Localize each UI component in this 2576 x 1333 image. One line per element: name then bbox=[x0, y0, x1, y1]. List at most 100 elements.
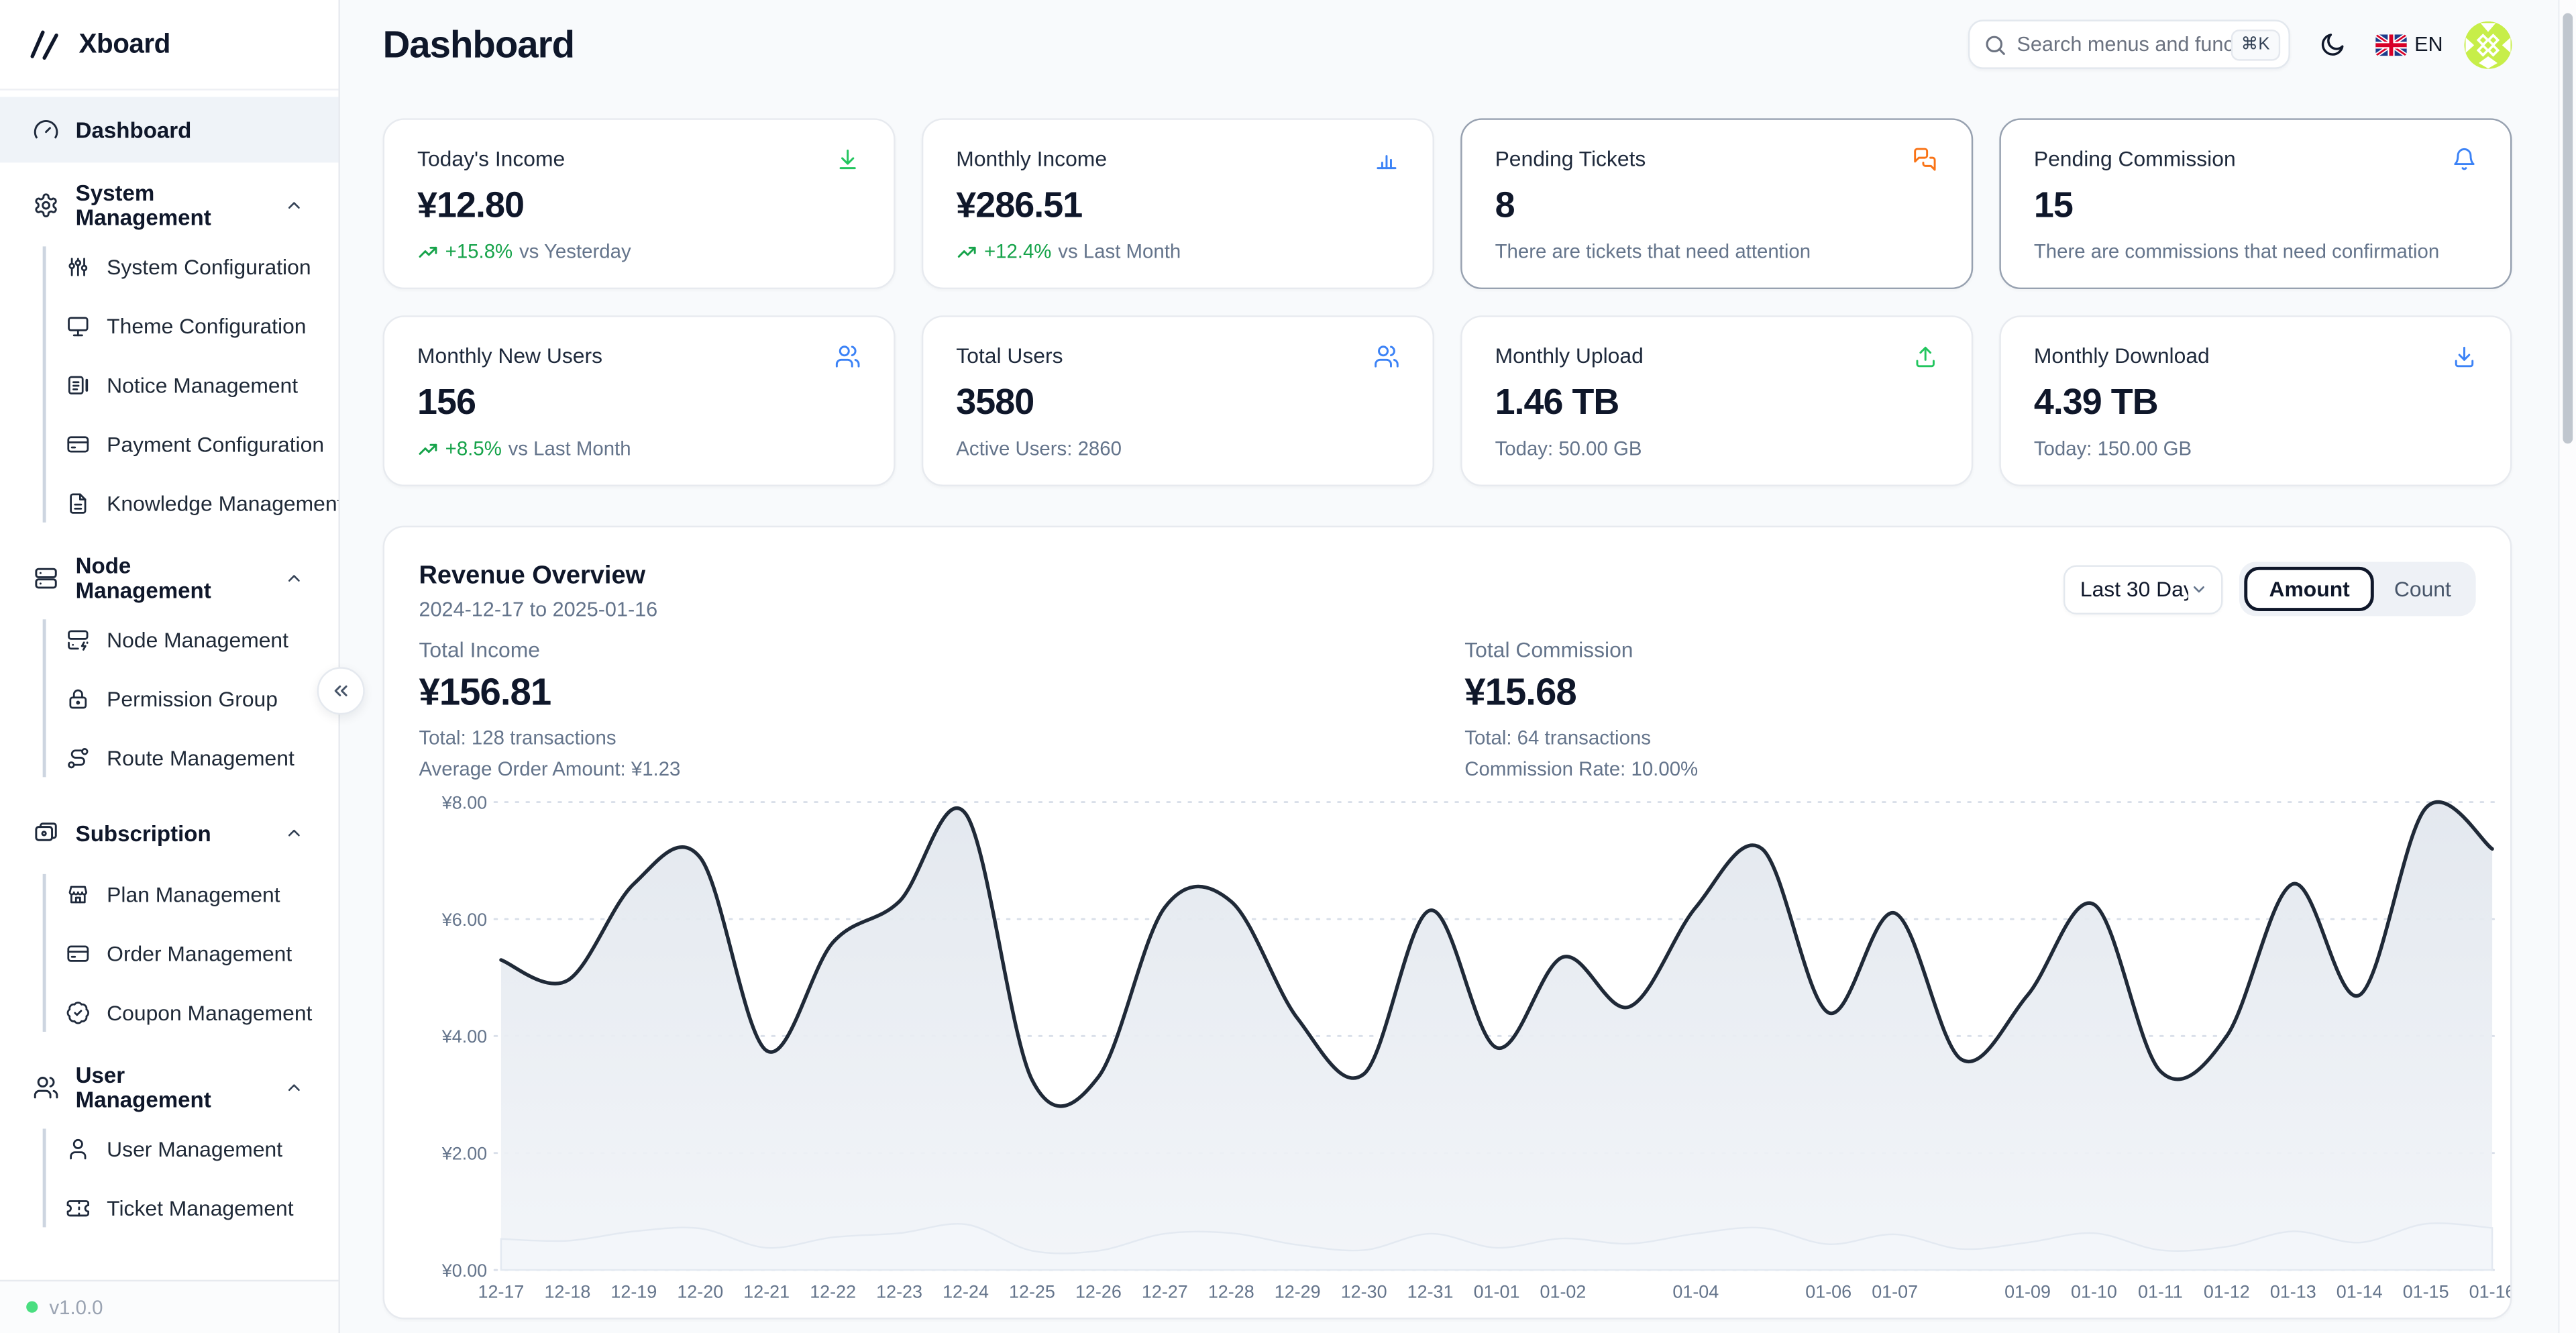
revenue-stats: Total Income ¥156.81 Total: 128 transact… bbox=[419, 637, 2510, 784]
card-note: There are tickets that need attention bbox=[1495, 240, 1811, 263]
stat-card-pending-tickets[interactable]: Pending Tickets8There are tickets that n… bbox=[1460, 118, 1973, 289]
card-title: Today's Income bbox=[417, 146, 565, 171]
trend-value: +8.5% bbox=[445, 437, 502, 460]
card-title: Monthly Upload bbox=[1495, 343, 1644, 368]
badge-check-icon bbox=[66, 1000, 91, 1024]
sidebar-item-label: System Configuration bbox=[107, 254, 311, 278]
x-axis-label: 01-06 bbox=[1805, 1282, 1851, 1302]
trend-value: +15.8% bbox=[445, 240, 513, 263]
store-icon bbox=[66, 882, 91, 906]
x-axis-label: 12-30 bbox=[1341, 1282, 1387, 1302]
x-axis-label: 01-10 bbox=[2071, 1282, 2117, 1302]
dark-mode-toggle[interactable] bbox=[2311, 23, 2354, 66]
y-axis-label: ¥2.00 bbox=[441, 1144, 487, 1164]
y-axis-label: ¥8.00 bbox=[441, 793, 487, 813]
card-note: Active Users: 2860 bbox=[956, 437, 1122, 460]
logo-slashes-icon bbox=[26, 26, 62, 62]
sidebar-item-coupon-management[interactable]: Coupon Management bbox=[0, 982, 338, 1041]
commission-rate: Commission Rate: 10.00% bbox=[1464, 753, 2510, 784]
download-tray-icon bbox=[2451, 343, 2477, 370]
card-value: ¥286.51 bbox=[956, 184, 1399, 227]
card-value: 156 bbox=[417, 381, 861, 424]
card-subtext: Today: 150.00 GB bbox=[2034, 437, 2477, 460]
sidebar-item-notice-management[interactable]: Notice Management bbox=[0, 355, 338, 414]
scrollbar-track[interactable] bbox=[2558, 0, 2576, 1333]
revenue-panel: Revenue Overview 2024-12-17 to 2025-01-1… bbox=[383, 526, 2512, 1320]
credit-card-icon bbox=[66, 431, 91, 456]
stat-card-monthly-download: Monthly Download4.39 TBToday: 150.00 GB bbox=[1999, 315, 2512, 486]
x-axis-label: 01-07 bbox=[1872, 1282, 1918, 1302]
sidebar-item-permission-group[interactable]: Permission Group bbox=[0, 669, 338, 728]
total-commission-label: Total Commission bbox=[1464, 637, 2510, 662]
toggle-amount-button[interactable]: Amount bbox=[2245, 567, 2375, 611]
sidebar-item-label: Knowledge Management bbox=[107, 490, 338, 515]
total-commission-transactions: Total: 64 transactions bbox=[1464, 723, 2510, 754]
chevron-down-icon bbox=[2189, 578, 2210, 600]
sidebar-item-ticket-management[interactable]: Ticket Management bbox=[0, 1178, 338, 1237]
file-text-icon bbox=[66, 490, 91, 515]
sidebar-section-label: User Management bbox=[76, 1063, 266, 1112]
sidebar-item-route-management[interactable]: Route Management bbox=[0, 728, 338, 787]
sidebar-section-subscription[interactable]: Subscription bbox=[0, 805, 338, 861]
sidebar-item-node-management[interactable]: Node Management bbox=[0, 610, 338, 669]
x-axis-label: 01-15 bbox=[2403, 1282, 2449, 1302]
upload-icon bbox=[1913, 343, 1939, 370]
card-title: Monthly Income bbox=[956, 146, 1107, 171]
lock-icon bbox=[66, 686, 91, 710]
trend-suffix: vs Last Month bbox=[1058, 240, 1181, 263]
total-income-label: Total Income bbox=[419, 637, 1464, 662]
sidebar-item-payment-configuration[interactable]: Payment Configuration bbox=[0, 414, 338, 473]
sidebar-collapse-button[interactable] bbox=[317, 667, 365, 714]
y-axis-label: ¥0.00 bbox=[441, 1261, 487, 1281]
sidebar-item-plan-management[interactable]: Plan Management bbox=[0, 864, 338, 923]
total-income-value: ¥156.81 bbox=[419, 670, 1464, 714]
sidebar-section-user-management[interactable]: User Management bbox=[0, 1060, 338, 1116]
x-axis-label: 12-27 bbox=[1142, 1282, 1188, 1302]
sidebar-item-user-management[interactable]: User Management bbox=[0, 1119, 338, 1178]
sidebar-sublist: System Configuration Theme Configuration N… bbox=[0, 233, 338, 536]
language-label: EN bbox=[2414, 33, 2443, 56]
sidebar-item-label: Route Management bbox=[107, 745, 294, 770]
stat-card-total-users: Total Users3580Active Users: 2860 bbox=[922, 315, 1434, 486]
sidebar-item-order-management[interactable]: Order Management bbox=[0, 923, 338, 982]
x-axis-label: 12-17 bbox=[478, 1282, 525, 1302]
toggle-count-button[interactable]: Count bbox=[2375, 570, 2471, 608]
app-name: Xboard bbox=[79, 29, 170, 60]
server-icon bbox=[33, 565, 59, 591]
revenue-title: Revenue Overview bbox=[419, 562, 657, 592]
sidebar-item-dashboard[interactable]: Dashboard bbox=[0, 97, 338, 162]
card-subtext: Active Users: 2860 bbox=[956, 437, 1399, 460]
period-select-value: Last 30 Days bbox=[2080, 577, 2189, 602]
gauge-icon bbox=[33, 117, 59, 143]
stat-card-pending-commission[interactable]: Pending Commission15There are commission… bbox=[1999, 118, 2512, 289]
x-axis-label: 12-19 bbox=[610, 1282, 657, 1302]
search-shortcut-badge: ⌘K bbox=[2231, 29, 2279, 60]
sidebar-section-system-management[interactable]: System Management bbox=[0, 177, 338, 233]
revenue-date-range: 2024-12-17 to 2025-01-16 bbox=[419, 598, 657, 621]
x-axis-label: 12-22 bbox=[810, 1282, 856, 1302]
x-axis-label: 01-02 bbox=[1540, 1282, 1587, 1302]
language-selector[interactable]: EN bbox=[2375, 33, 2443, 56]
x-axis-label: 12-28 bbox=[1208, 1282, 1254, 1302]
sidebar-item-label: Notice Management bbox=[107, 372, 298, 397]
sidebar-section-label: Node Management bbox=[76, 553, 266, 602]
sidebar-item-knowledge-management[interactable]: Knowledge Management bbox=[0, 473, 338, 532]
period-select[interactable]: Last 30 Days bbox=[2063, 564, 2223, 613]
header-bar: Dashboard ⌘K EN bbox=[383, 18, 2512, 70]
x-axis-label: 12-20 bbox=[677, 1282, 723, 1302]
search-box: ⌘K bbox=[1968, 19, 2290, 68]
sidebar-sublist: Node ManagementPermission Group Route Man… bbox=[0, 606, 338, 790]
wallet-cards-icon bbox=[33, 820, 59, 846]
moon-icon bbox=[2318, 30, 2347, 58]
app-logo[interactable]: Xboard bbox=[0, 0, 338, 91]
scrollbar-thumb[interactable] bbox=[2563, 13, 2573, 444]
sidebar-section-node-management[interactable]: Node Management bbox=[0, 550, 338, 606]
user-avatar[interactable] bbox=[2464, 21, 2512, 68]
sidebar-item-system-configuration[interactable]: System Configuration bbox=[0, 237, 338, 296]
sidebar-item-theme-configuration[interactable]: Theme Configuration bbox=[0, 296, 338, 355]
x-axis-label: 12-29 bbox=[1275, 1282, 1321, 1302]
revenue-controls: Last 30 Days Amount Count bbox=[2063, 562, 2475, 617]
y-axis-label: ¥6.00 bbox=[441, 910, 487, 930]
card-title: Monthly Download bbox=[2034, 343, 2210, 368]
uk-flag-icon bbox=[2375, 34, 2406, 55]
